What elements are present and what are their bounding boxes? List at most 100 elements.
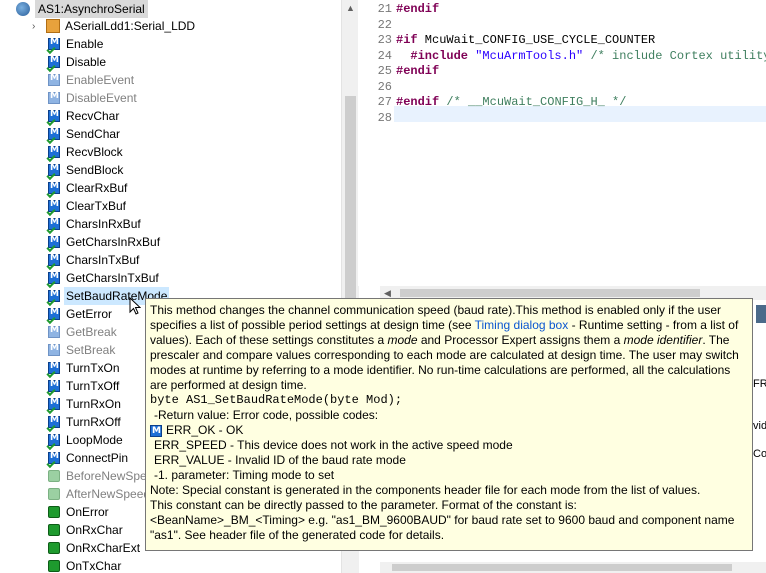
tree-item[interactable]: ConnectPin [48,449,128,467]
tree-item-label: TurnRxOn [66,397,121,411]
code-token: /* __McuWait_CONFIG_H_ */ [439,95,627,109]
tree-item-label: OnTxChar [66,559,122,573]
tree-item-label: GetCharsInRxBuf [66,235,161,249]
tree-item-label: SetBreak [66,343,116,357]
tree-item-label: ClearTxBuf [66,199,127,213]
parameter-line: -1. parameter: Timing mode to set [154,468,335,482]
tree-item[interactable]: TurnRxOff [48,413,121,431]
method-icon [48,325,60,338]
tree-item[interactable]: SendBlock [48,161,123,179]
tree-item[interactable]: OnRxChar [48,521,123,539]
event-icon [48,470,60,482]
tree-child-item[interactable]: › ASerialLdd1:Serial_LDD [32,17,195,35]
line-number: 22 [377,17,392,32]
method-icon [48,91,60,104]
tree-item[interactable]: TurnRxOn [48,395,121,413]
code-editor[interactable]: 21 22 23 24 25 26 27 28 #endif #if McuWait_CONFI… [358,0,766,286]
method-icon [48,217,60,230]
method-icon [48,307,60,320]
err-value-line: ERR_VALUE - Invalid ID of the baud rate … [154,453,406,467]
method-icon [48,199,60,212]
note-line-3: <BeanName>_BM_<Timing> e.g. "as1_BM_9600… [150,513,735,542]
code-token: "McuArmTools.h" [475,48,584,63]
timing-dialog-link[interactable]: Timing dialog box [475,318,569,332]
tree-item-label: SendChar [66,127,121,141]
line-number: 23 [377,33,392,47]
tree-item[interactable]: GetError [48,305,112,323]
tree-item[interactable]: Enable [48,35,103,53]
tree-item-label: SendBlock [66,163,124,177]
tree-item[interactable]: TurnTxOn [48,359,120,377]
scroll-up-arrow-icon[interactable]: ▲ [342,0,359,17]
tree-item[interactable]: OnRxCharExt [48,539,140,557]
method-icon [48,127,60,140]
tree-item-label: OnRxChar [66,523,123,537]
event-icon [48,488,60,500]
tree-item-label: CharsInTxBuf [66,253,140,267]
tree-item-label: ConnectPin [66,451,129,465]
method-icon [48,271,60,284]
tree-item[interactable]: SetBreak [48,341,115,359]
tree-item[interactable]: CharsInRxBuf [48,215,141,233]
tree-root-item[interactable]: AS1:AsynchroSerial [16,0,148,18]
tree-item[interactable]: LoopMode [48,431,123,449]
tree-item-label: OnError [66,505,109,519]
err-ok-line: ERR_OK - OK [150,423,748,439]
code-token: #endif [396,95,440,109]
code-token: #endif [396,2,440,16]
scrollbar-thumb[interactable] [392,564,732,571]
tree-item[interactable]: OnTxChar [48,557,121,573]
fragment-text: FR [753,378,766,390]
tree-item[interactable]: EnableEvent [48,71,134,89]
event-icon [48,560,60,572]
note-line-2: This constant can be directly passed to … [150,498,577,512]
tree-item[interactable]: TurnTxOff [48,377,119,395]
fragment-text: vid [753,420,766,432]
event-icon [48,524,60,536]
method-icon [48,37,60,50]
method-icon [48,343,60,356]
tree-item[interactable]: RecvChar [48,107,119,125]
tree-item-label: GetBreak [66,325,117,339]
tooltip-description: This method changes the channel communic… [150,303,739,392]
line-number: 28 [377,110,392,125]
bottom-horizontal-scrollbar[interactable] [380,562,766,573]
tree-item-label: DisableEvent [66,91,137,105]
chevron-right-icon[interactable]: › [32,21,42,32]
method-icon [48,73,60,86]
tree-item-label: Disable [66,55,107,69]
tree-item-label: AfterNewSpeed [66,487,151,501]
tree-item[interactable]: CharsInTxBuf [48,251,139,269]
tree-item[interactable]: Disable [48,53,106,71]
tree-item[interactable]: SendChar [48,125,120,143]
method-icon [150,424,162,439]
code-token: McuWait_CONFIG_USE_CYCLE_COUNTER [417,33,656,47]
tree-item[interactable]: GetBreak [48,323,117,341]
code-token: /* include Cortex utility [583,48,766,63]
tree-item[interactable]: DisableEvent [48,89,137,107]
tree-item-label: RecvBlock [66,145,123,159]
tree-item[interactable]: BeforeNewSpeed [48,467,160,485]
method-icon [48,433,60,446]
code-line[interactable]: #endif [396,64,439,79]
tree-item[interactable]: OnError [48,503,109,521]
method-icon [48,55,60,68]
tree-item[interactable]: GetCharsInRxBuf [48,233,160,251]
scrollbar-thumb[interactable] [400,289,700,297]
code-line[interactable]: #include "McuArmTools.h" /* include Cort… [396,49,766,64]
line-number-gutter: 21 22 23 24 25 26 27 28 [358,0,394,286]
note-line: Note: Special constant is generated in t… [150,483,701,497]
ldd-component-icon [46,19,60,33]
tree-item[interactable]: GetCharsInTxBuf [48,269,159,287]
tree-item[interactable]: ClearRxBuf [48,179,127,197]
code-line[interactable]: #endif [396,2,439,17]
method-icon [48,181,60,194]
tree-item-label: RecvChar [66,109,120,123]
tree-item[interactable]: AfterNewSpeed [48,485,150,503]
tree-item[interactable]: RecvBlock [48,143,123,161]
code-line[interactable]: #if McuWait_CONFIG_USE_CYCLE_COUNTER [396,33,655,48]
code-line[interactable]: #endif /* __McuWait_CONFIG_H_ */ [396,95,626,110]
event-icon [48,542,60,554]
tree-item[interactable]: ClearTxBuf [48,197,126,215]
tree-item-label: GetCharsInTxBuf [66,271,159,285]
